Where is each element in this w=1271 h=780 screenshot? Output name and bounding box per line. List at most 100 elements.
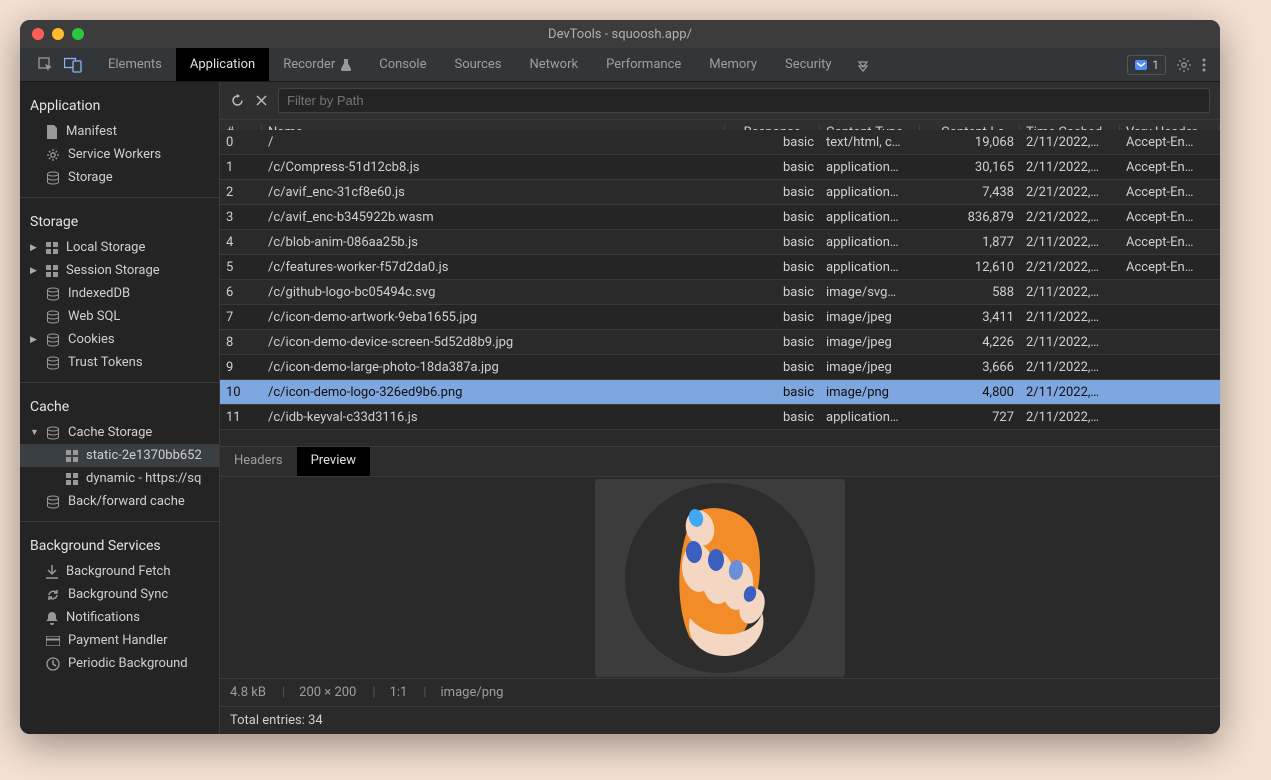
sidebar-item-cache-entry-dynamic[interactable]: dynamic - https://sq	[20, 467, 219, 490]
devtools-window: DevTools - squoosh.app/ ElementsApplicat…	[20, 20, 1220, 734]
cache-content: # Name Response-… Content-Type Content-L…	[220, 82, 1220, 734]
cell-content-type: application…	[820, 235, 920, 250]
sidebar-item-service-workers[interactable]: Service Workers	[20, 143, 219, 166]
tab-sources[interactable]: Sources	[440, 48, 515, 81]
cell-index: 2	[220, 185, 262, 200]
cell-response: basic	[725, 260, 820, 275]
sidebar-item-background-fetch[interactable]: Background Fetch	[20, 560, 219, 583]
cell-content-length: 3,411	[920, 310, 1020, 325]
sidebar-item-local-storage[interactable]: ▶Local Storage	[20, 236, 219, 259]
detail-tab-preview[interactable]: Preview	[297, 447, 370, 476]
table-row[interactable]: 2/c/avif_enc-31cf8e60.jsbasicapplication…	[220, 180, 1220, 205]
cell-content-length: 1,877	[920, 235, 1020, 250]
cell-content-type: application…	[820, 210, 920, 225]
tab-performance[interactable]: Performance	[592, 48, 695, 81]
cell-name: /c/Compress-51d12cb8.js	[262, 160, 725, 175]
tab-memory[interactable]: Memory	[695, 48, 771, 81]
sidebar-item-label: Background Sync	[68, 587, 168, 602]
sidebar-item-session-storage[interactable]: ▶Session Storage	[20, 259, 219, 282]
preview-status-row: 4.8 kB 200 × 200 1:1 image/png	[220, 678, 1220, 706]
table-row[interactable]: 5/c/features-worker-f57d2da0.jsbasicappl…	[220, 255, 1220, 280]
cell-time: 2/21/2022,…	[1020, 185, 1120, 200]
table-row[interactable]: 7/c/icon-demo-artwork-9eba1655.jpgbasici…	[220, 305, 1220, 330]
sidebar-item-label: Periodic Background	[68, 656, 188, 671]
cell-name: /c/github-logo-bc05494c.svg	[262, 285, 725, 300]
status-zoom: 1:1	[372, 685, 407, 700]
more-panels-icon[interactable]	[856, 58, 870, 72]
detail-tab-headers[interactable]: Headers	[220, 447, 297, 476]
cell-content-type: application…	[820, 260, 920, 275]
minimize-window-button[interactable]	[52, 28, 64, 40]
item-icon	[46, 265, 58, 277]
kebab-menu-icon[interactable]	[1202, 57, 1206, 73]
close-window-button[interactable]	[32, 28, 44, 40]
database-icon	[46, 495, 60, 509]
tab-application[interactable]: Application	[176, 48, 269, 81]
status-size: 4.8 kB	[230, 685, 266, 700]
inspect-icon[interactable]	[38, 57, 54, 73]
table-row[interactable]: 8/c/icon-demo-device-screen-5d52d8b9.jpg…	[220, 330, 1220, 355]
tab-console[interactable]: Console	[365, 48, 440, 81]
sidebar-item-label: static-2e1370bb652	[86, 448, 202, 463]
cell-response: basic	[725, 135, 820, 150]
device-toggle-icon[interactable]	[64, 57, 82, 73]
sidebar-item-bf-cache[interactable]: Back/forward cache	[20, 490, 219, 513]
window-controls	[32, 28, 84, 40]
divider	[20, 382, 219, 383]
titlebar: DevTools - squoosh.app/	[20, 20, 1220, 48]
tab-recorder[interactable]: Recorder	[269, 48, 365, 81]
sidebar-item-cache-storage[interactable]: ▼ Cache Storage	[20, 421, 219, 444]
item-icon	[46, 636, 60, 646]
table-row[interactable]: 3/c/avif_enc-b345922b.wasmbasicapplicati…	[220, 205, 1220, 230]
item-icon	[46, 356, 60, 370]
cell-time: 2/11/2022,…	[1020, 385, 1120, 400]
sidebar-item-cache-entry-static[interactable]: static-2e1370bb652	[20, 444, 219, 467]
cell-index: 4	[220, 235, 262, 250]
tab-security[interactable]: Security	[771, 48, 846, 81]
table-row[interactable]: 9/c/icon-demo-large-photo-18da387a.jpgba…	[220, 355, 1220, 380]
sidebar-item-notifications[interactable]: Notifications	[20, 606, 219, 629]
application-sidebar: Application ManifestService WorkersStora…	[20, 82, 220, 734]
issues-count: 1	[1152, 58, 1159, 72]
table-row[interactable]: 6/c/github-logo-bc05494c.svgbasicimage/s…	[220, 280, 1220, 305]
sidebar-item-background-sync[interactable]: Background Sync	[20, 583, 219, 606]
sidebar-item-web-sql[interactable]: Web SQL	[20, 305, 219, 328]
issues-badge[interactable]: 1	[1127, 55, 1166, 75]
sidebar-item-periodic-background[interactable]: Periodic Background	[20, 652, 219, 675]
sidebar-item-label: Background Fetch	[66, 564, 171, 579]
cell-content-length: 4,800	[920, 385, 1020, 400]
table-row[interactable]: 11/c/idb-keyval-c33d3116.jsbasicapplicat…	[220, 405, 1220, 430]
sidebar-item-label: Local Storage	[66, 240, 145, 255]
table-row[interactable]: 1/c/Compress-51d12cb8.jsbasicapplication…	[220, 155, 1220, 180]
cell-content-type: application…	[820, 185, 920, 200]
grid-icon	[66, 473, 78, 485]
chevron-right-icon: ▶	[30, 335, 37, 345]
maximize-window-button[interactable]	[72, 28, 84, 40]
table-row[interactable]: 0/basictext/html, c…19,0682/11/2022,…Acc…	[220, 130, 1220, 155]
section-cache: Cache	[20, 391, 219, 421]
sidebar-item-storage[interactable]: Storage	[20, 166, 219, 189]
cell-content-length: 836,879	[920, 210, 1020, 225]
grid-icon	[66, 450, 78, 462]
table-row[interactable]: 10/c/icon-demo-logo-326ed9b6.pngbasicima…	[220, 380, 1220, 405]
chevron-down-icon: ▼	[30, 427, 39, 438]
sidebar-item-label: Notifications	[66, 610, 140, 625]
sidebar-item-payment-handler[interactable]: Payment Handler	[20, 629, 219, 652]
filter-row	[220, 82, 1220, 120]
table-row[interactable]: 4/c/blob-anim-086aa25b.jsbasicapplicatio…	[220, 230, 1220, 255]
tab-network[interactable]: Network	[515, 48, 592, 81]
sidebar-item-cookies[interactable]: ▶Cookies	[20, 328, 219, 351]
preview-area	[220, 477, 1220, 678]
gear-icon[interactable]	[1176, 57, 1192, 73]
sidebar-item-indexeddb[interactable]: IndexedDB	[20, 282, 219, 305]
sidebar-item-label: Back/forward cache	[68, 494, 185, 509]
filter-input[interactable]	[278, 88, 1210, 113]
cell-response: basic	[725, 410, 820, 425]
cell-name: /c/features-worker-f57d2da0.js	[262, 260, 725, 275]
sidebar-item-manifest[interactable]: Manifest	[20, 120, 219, 143]
sidebar-item-trust-tokens[interactable]: Trust Tokens	[20, 351, 219, 374]
close-icon[interactable]	[255, 94, 268, 107]
refresh-icon[interactable]	[230, 93, 245, 108]
cell-response: basic	[725, 335, 820, 350]
tab-elements[interactable]: Elements	[94, 48, 176, 81]
